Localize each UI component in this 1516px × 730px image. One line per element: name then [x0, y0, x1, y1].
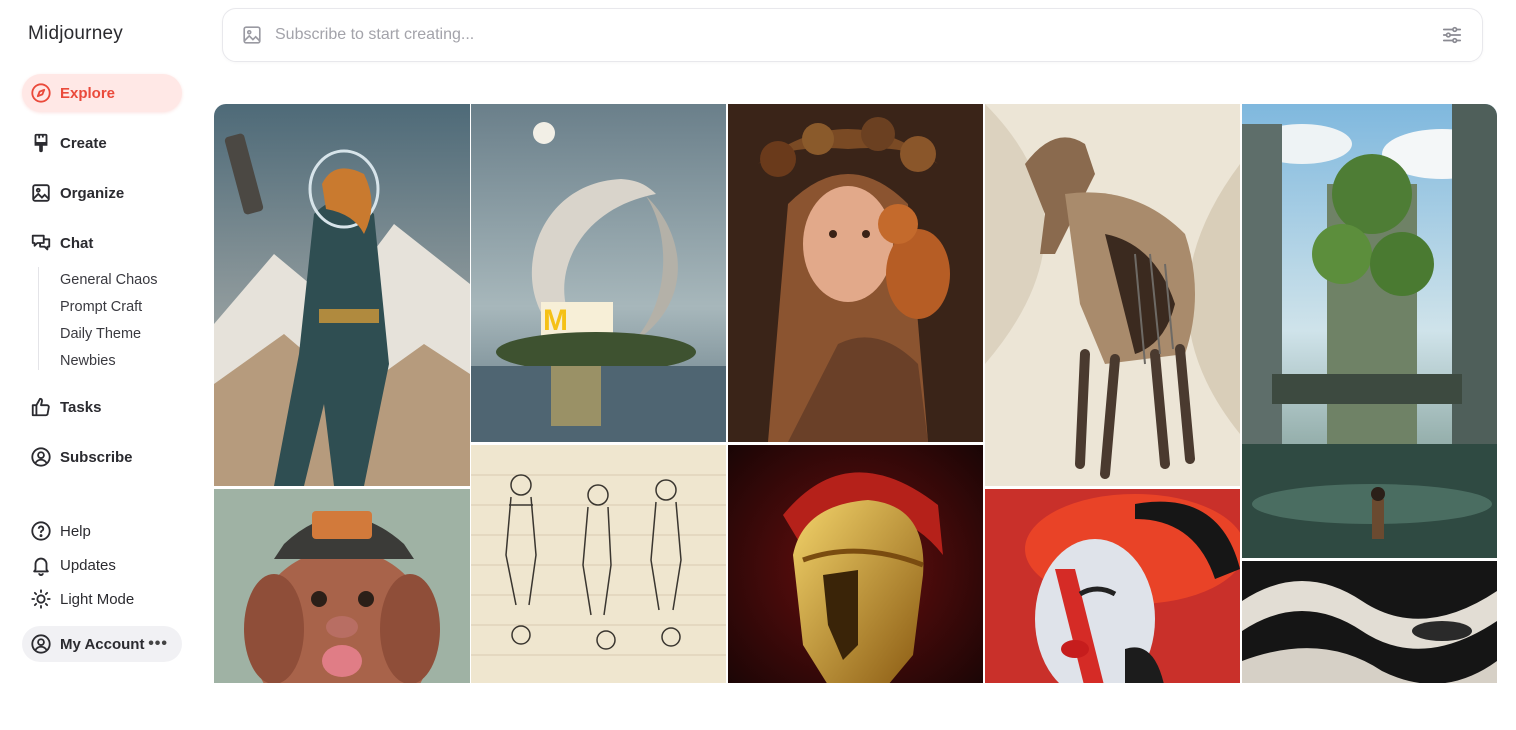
- chat-room-prompt-craft[interactable]: Prompt Craft: [60, 294, 158, 321]
- nav-tasks[interactable]: Tasks: [22, 388, 182, 426]
- nav-light-mode-label: Light Mode: [60, 590, 135, 608]
- astronaut-woman-image[interactable]: [214, 104, 470, 486]
- compass-icon: [30, 82, 52, 104]
- user-circle-icon: [30, 446, 52, 468]
- nav-explore-label: Explore: [60, 84, 116, 102]
- sidebar: Midjourney Explore Create Organize Chat …: [0, 0, 200, 683]
- moon-restaurant-image[interactable]: M: [471, 104, 726, 442]
- abstract-horse-image[interactable]: [985, 104, 1240, 486]
- golden-helmet-image[interactable]: [728, 445, 983, 683]
- nav-explore[interactable]: Explore: [22, 74, 182, 112]
- nav-subscribe[interactable]: Subscribe: [22, 438, 182, 476]
- nav-organize-label: Organize: [60, 184, 125, 202]
- overgrown-city-image[interactable]: [1242, 104, 1497, 558]
- user-circle-icon: [30, 633, 52, 655]
- nav-updates-label: Updates: [60, 556, 116, 574]
- girl-with-squirrel-image[interactable]: [728, 104, 983, 442]
- nav-subscribe-label: Subscribe: [60, 448, 133, 466]
- brush-icon: [30, 132, 52, 154]
- prompt-input[interactable]: [275, 26, 1440, 44]
- image-icon[interactable]: [241, 24, 263, 46]
- nav-tasks-label: Tasks: [60, 398, 102, 416]
- nav-help-label: Help: [60, 522, 91, 540]
- sketch-figures-image[interactable]: [471, 445, 726, 683]
- more-dots-icon[interactable]: •••: [148, 635, 168, 653]
- sun-icon: [30, 588, 52, 610]
- dog-with-cap-image[interactable]: [214, 489, 470, 683]
- nav-organize[interactable]: Organize: [22, 174, 182, 212]
- nav-light-mode[interactable]: Light Mode: [22, 584, 182, 614]
- nav-help[interactable]: Help: [22, 516, 182, 546]
- explore-gallery: M: [214, 104, 1497, 683]
- nav-create-label: Create: [60, 134, 107, 152]
- image-icon: [30, 182, 52, 204]
- chat-room-daily-theme[interactable]: Daily Theme: [60, 321, 158, 348]
- bell-icon: [30, 554, 52, 576]
- help-icon: [30, 520, 52, 542]
- my-account-button[interactable]: My Account •••: [22, 626, 182, 662]
- chat-room-newbies[interactable]: Newbies: [60, 348, 158, 375]
- nav-chat[interactable]: Chat: [22, 224, 182, 262]
- chat-icon: [30, 232, 52, 254]
- my-account-label: My Account: [60, 635, 145, 653]
- prompt-bar: [222, 8, 1483, 62]
- nav-chat-label: Chat: [60, 234, 94, 252]
- chat-room-list: General Chaos Prompt Craft Daily Theme N…: [38, 267, 158, 370]
- abstract-swirl-image[interactable]: [1242, 561, 1497, 683]
- nav-create[interactable]: Create: [22, 124, 182, 162]
- thumbs-up-icon: [30, 396, 52, 418]
- brand-logo[interactable]: Midjourney: [28, 23, 123, 45]
- red-hat-woman-image[interactable]: [985, 489, 1240, 683]
- sliders-icon[interactable]: [1440, 23, 1464, 47]
- svg-text:M: M: [543, 304, 568, 337]
- chat-room-general-chaos[interactable]: General Chaos: [60, 267, 158, 294]
- nav-updates[interactable]: Updates: [22, 550, 182, 580]
